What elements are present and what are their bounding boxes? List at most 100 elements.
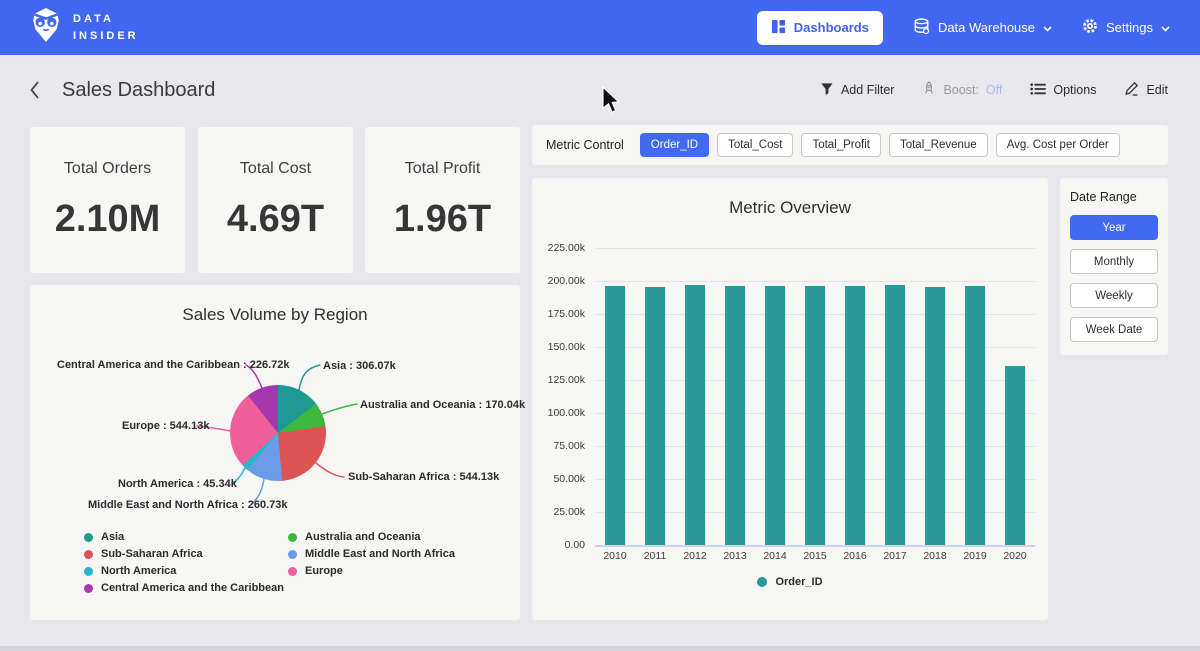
chevron-down-icon	[1043, 20, 1052, 35]
date-range-title: Date Range	[1070, 190, 1158, 204]
legend-dot	[84, 567, 93, 576]
app-root: DATA INSIDER Dashboards	[0, 0, 1200, 651]
y-tick-label: 25.00k	[532, 506, 585, 518]
metric-chip[interactable]: Order_ID	[640, 133, 709, 157]
date-range-button[interactable]: Monthly	[1070, 249, 1158, 274]
options-label: Options	[1053, 83, 1096, 97]
bar-chart-legend: Order_ID	[532, 576, 1048, 588]
boost-value: Off	[986, 83, 1002, 97]
kpi-label: Total Cost	[240, 160, 311, 178]
pie-slice-label: Central America and the Caribbean : 226.…	[57, 359, 290, 371]
top-navbar: DATA INSIDER Dashboards	[0, 0, 1200, 55]
gridline	[595, 248, 1035, 249]
brand-line-1: DATA	[73, 11, 139, 28]
settings-label: Settings	[1106, 20, 1153, 35]
dashboards-button[interactable]: Dashboards	[757, 11, 883, 45]
legend-dot	[84, 533, 93, 542]
rocket-icon	[922, 81, 936, 99]
date-range-button[interactable]: Year	[1070, 215, 1158, 240]
filter-funnel-icon	[820, 82, 834, 99]
bar	[645, 287, 665, 545]
metric-chip[interactable]: Total_Cost	[717, 133, 793, 157]
boost-toggle[interactable]: Boost: Off	[922, 81, 1002, 99]
legend-dot	[288, 567, 297, 576]
legend-dot	[84, 584, 93, 593]
add-filter-button[interactable]: Add Filter	[820, 82, 895, 99]
x-tick-label: 2017	[875, 550, 915, 562]
metric-control-label: Metric Control	[546, 138, 624, 152]
date-range-button[interactable]: Week Date	[1070, 317, 1158, 342]
pie-chart	[230, 385, 326, 481]
bar	[965, 286, 985, 545]
x-tick-label: 2010	[595, 550, 635, 562]
edit-button[interactable]: Edit	[1124, 81, 1168, 99]
x-tick-label: 2020	[995, 550, 1035, 562]
gear-icon	[1082, 18, 1098, 37]
legend-label: Sub-Saharan Africa	[101, 548, 203, 560]
legend-label: Asia	[101, 531, 124, 543]
metric-chip[interactable]: Avg. Cost per Order	[996, 133, 1120, 157]
legend-item: Central America and the Caribbean	[84, 582, 284, 594]
legend-item: Australia and Oceania	[288, 531, 421, 543]
back-button[interactable]	[30, 81, 40, 99]
legend-dot	[288, 533, 297, 542]
legend-dot	[757, 577, 767, 587]
legend-item: Middle East and North Africa	[288, 548, 455, 560]
date-range-button-group: Year Monthly Weekly Week Date	[1070, 215, 1158, 342]
legend-item: Europe	[288, 565, 343, 577]
header-actions: Add Filter Boost: Off	[820, 81, 1168, 99]
y-tick-label: 225.00k	[532, 242, 585, 254]
x-tick-label: 2018	[915, 550, 955, 562]
kpi-label: Total Orders	[64, 160, 151, 178]
legend-label: Europe	[305, 565, 343, 577]
legend-item: North America	[84, 565, 176, 577]
legend-label: Middle East and North Africa	[305, 548, 455, 560]
y-tick-label: 75.00k	[532, 440, 585, 452]
legend-label: Central America and the Caribbean	[101, 582, 284, 594]
pie-chart-title: Sales Volume by Region	[30, 285, 520, 325]
settings-menu[interactable]: Settings	[1082, 18, 1170, 37]
legend-series-label: Order_ID	[775, 576, 822, 588]
pie-leader-line	[299, 365, 320, 390]
bar	[605, 286, 625, 545]
brand-name: DATA INSIDER	[73, 11, 139, 44]
kpi-value: 2.10M	[55, 198, 161, 241]
kpi-value: 4.69T	[227, 198, 324, 241]
x-tick-label: 2016	[835, 550, 875, 562]
metric-chip-group: Order_ID Total_Cost Total_Profit Total_Reve…	[640, 133, 1120, 157]
metric-chip[interactable]: Total_Revenue	[889, 133, 988, 157]
pie-slice-label: Australia and Oceania : 170.04k	[360, 399, 525, 411]
data-warehouse-menu[interactable]: Data Warehouse	[913, 18, 1052, 38]
dashboard-grid-icon	[771, 19, 786, 37]
pie-slice-label: North America : 45.34k	[118, 478, 237, 490]
bar	[685, 285, 705, 545]
bar	[805, 286, 825, 545]
mouse-cursor	[601, 86, 621, 119]
page-header: Sales Dashboard Add Filter Boost: Off	[30, 70, 1168, 110]
x-tick-label: 2015	[795, 550, 835, 562]
y-tick-label: 100.00k	[532, 407, 585, 419]
kpi-card-total-profit: Total Profit 1.96T	[365, 127, 520, 273]
pie-slice-label: Asia : 306.07k	[323, 360, 396, 372]
page-header-left: Sales Dashboard	[30, 79, 215, 102]
legend-dot	[288, 550, 297, 559]
bar-chart-card: Metric Overview 225.00k200.00k175.00k150…	[532, 178, 1048, 620]
y-tick-label: 200.00k	[532, 275, 585, 287]
x-tick-label: 2011	[635, 550, 675, 562]
metric-chip[interactable]: Total_Profit	[801, 133, 881, 157]
metric-control-bar: Metric Control Order_ID Total_Cost Total_P…	[532, 125, 1168, 165]
bar	[925, 287, 945, 545]
date-range-button[interactable]: Weekly	[1070, 283, 1158, 308]
legend-item: Asia	[84, 531, 124, 543]
bar	[885, 285, 905, 545]
edit-label: Edit	[1146, 83, 1168, 97]
legend-label: Australia and Oceania	[305, 531, 421, 543]
y-tick-label: 50.00k	[532, 473, 585, 485]
legend-dot	[84, 550, 93, 559]
bar	[725, 286, 745, 545]
pie-slice-label: Middle East and North Africa : 260.73k	[88, 499, 287, 511]
options-button[interactable]: Options	[1030, 82, 1096, 99]
pie-leader-line	[322, 404, 357, 414]
kpi-card-total-orders: Total Orders 2.10M	[30, 127, 185, 273]
owl-logo-icon	[30, 7, 62, 48]
